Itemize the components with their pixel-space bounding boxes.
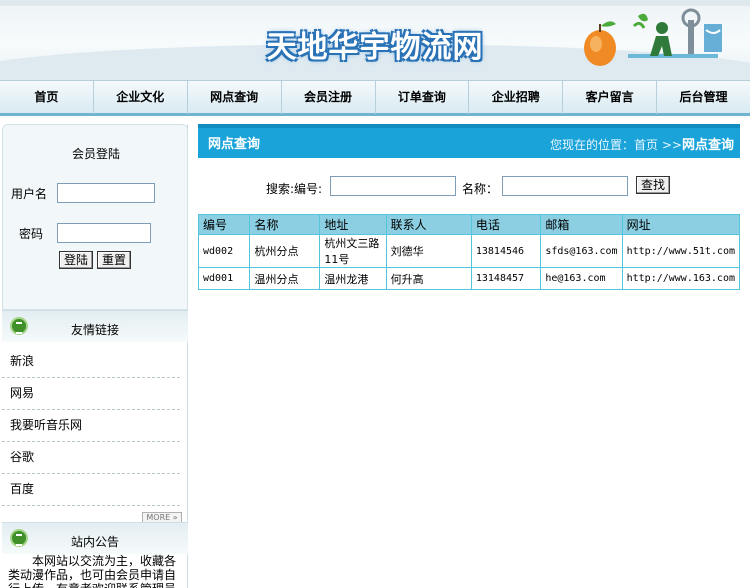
cell-code: wd002 xyxy=(197,234,251,268)
col-header: 地址 xyxy=(319,214,387,235)
col-header: 电话 xyxy=(470,214,542,235)
nav-item-branch-query[interactable]: 网点查询 xyxy=(188,81,282,114)
cell-email: he@163.com xyxy=(540,267,623,290)
nav-item-jobs[interactable]: 企业招聘 xyxy=(469,81,564,114)
cell-website: http://www.51t.com xyxy=(621,234,741,268)
breadcrumb-current: 网点查询 xyxy=(681,138,734,153)
notice-text: 本网站以交流为主，收藏各类动漫作品，也可由会员申请自行上传，有意者欢迎联系管理员 xyxy=(8,554,177,588)
friend-links-list: 新浪 网易 我要听音乐网 谷歌 百度 xyxy=(2,346,188,506)
sidebar: 会员登陆 用户名 密码 登陆 重置 友情链接 新浪 网易 我要听音乐网 谷歌 百… xyxy=(2,124,188,588)
main-nav: 首页 企业文化 网点查询 会员注册 订单查询 企业招聘 客户留言 后台管理 xyxy=(0,80,750,116)
col-header: 联系人 xyxy=(385,214,472,235)
nav-item-culture[interactable]: 企业文化 xyxy=(94,81,188,114)
nav-item-admin[interactable]: 后台管理 xyxy=(657,81,750,114)
cell-address: 温州龙港 xyxy=(319,267,387,290)
cell-name: 温州分点 xyxy=(249,267,321,290)
nav-item-home[interactable]: 首页 xyxy=(0,81,94,114)
notice-header: 站内公告 xyxy=(2,522,188,554)
search-bar: 搜索:编号: 名称： 查找 xyxy=(198,176,740,200)
col-header: 名称 xyxy=(249,214,321,235)
breadcrumb: 您现在的位置：首页 >>网点查询 xyxy=(550,134,734,153)
reset-button[interactable]: 重置 xyxy=(97,251,132,269)
cell-phone: 13148457 xyxy=(470,267,542,290)
logistics-illustration-icon xyxy=(584,8,722,66)
search-button[interactable]: 查找 xyxy=(636,176,671,194)
table-header-row: 编号 名称 地址 联系人 电话 邮箱 网址 xyxy=(197,214,741,235)
branch-table: 编号 名称 地址 联系人 电话 邮箱 网址 wd002 杭州分点 杭州文三路11… xyxy=(197,214,741,290)
table-row: wd001 温州分点 温州龙港 何升高 13148457 he@163.com … xyxy=(197,267,741,290)
search-code-label: 搜索:编号: xyxy=(266,182,323,196)
nav-item-order-query[interactable]: 订单查询 xyxy=(376,81,470,114)
link-163[interactable]: 网易 xyxy=(2,378,180,410)
main-header: 网点查询 您现在的位置：首页 >>网点查询 xyxy=(198,124,740,158)
page-title: 网点查询 xyxy=(208,137,261,152)
col-header: 邮箱 xyxy=(540,214,623,235)
cell-contact: 刘德华 xyxy=(385,234,472,268)
login-button[interactable]: 登陆 xyxy=(59,251,94,269)
search-name-label: 名称： xyxy=(462,182,499,196)
links-title: 友情链接 xyxy=(70,323,119,337)
cell-email: sfds@163.com xyxy=(540,234,623,268)
header-banner: 天地华宇物流网 xyxy=(0,0,750,80)
link-baidu[interactable]: 百度 xyxy=(2,474,180,506)
col-header: 网址 xyxy=(621,214,741,235)
nav-item-register[interactable]: 会员注册 xyxy=(282,81,376,114)
nav-item-messages[interactable]: 客户留言 xyxy=(563,81,658,114)
link-sina[interactable]: 新浪 xyxy=(2,346,180,378)
link-google[interactable]: 谷歌 xyxy=(2,442,180,474)
login-title: 会员登陆 xyxy=(71,147,120,161)
notice-title: 站内公告 xyxy=(70,535,119,549)
cell-phone: 13814546 xyxy=(470,234,542,268)
password-input[interactable] xyxy=(57,223,151,243)
cell-name: 杭州分点 xyxy=(249,234,321,268)
link-music[interactable]: 我要听音乐网 xyxy=(2,410,180,442)
cell-contact: 何升高 xyxy=(385,267,472,290)
col-header: 编号 xyxy=(197,214,251,235)
cell-address: 杭州文三路11号 xyxy=(319,234,387,268)
cell-code: wd001 xyxy=(197,267,251,290)
password-label: 密码 xyxy=(19,227,44,241)
username-label: 用户名 xyxy=(11,187,48,201)
search-code-input[interactable] xyxy=(330,176,456,196)
links-header: 友情链接 xyxy=(2,310,188,342)
login-panel: 会员登陆 用户名 密码 登陆 重置 xyxy=(2,124,188,310)
table-row: wd002 杭州分点 杭州文三路11号 刘德华 13814546 sfds@16… xyxy=(197,234,741,268)
main-content: 网点查询 您现在的位置：首页 >>网点查询 搜索:编号: 名称： 查找 编号 名… xyxy=(197,124,741,584)
search-name-input[interactable] xyxy=(502,176,628,196)
cell-website: http://www.163.com xyxy=(621,267,741,290)
username-input[interactable] xyxy=(57,183,155,203)
breadcrumb-prefix: 您现在的位置：首页 >> xyxy=(550,138,682,152)
